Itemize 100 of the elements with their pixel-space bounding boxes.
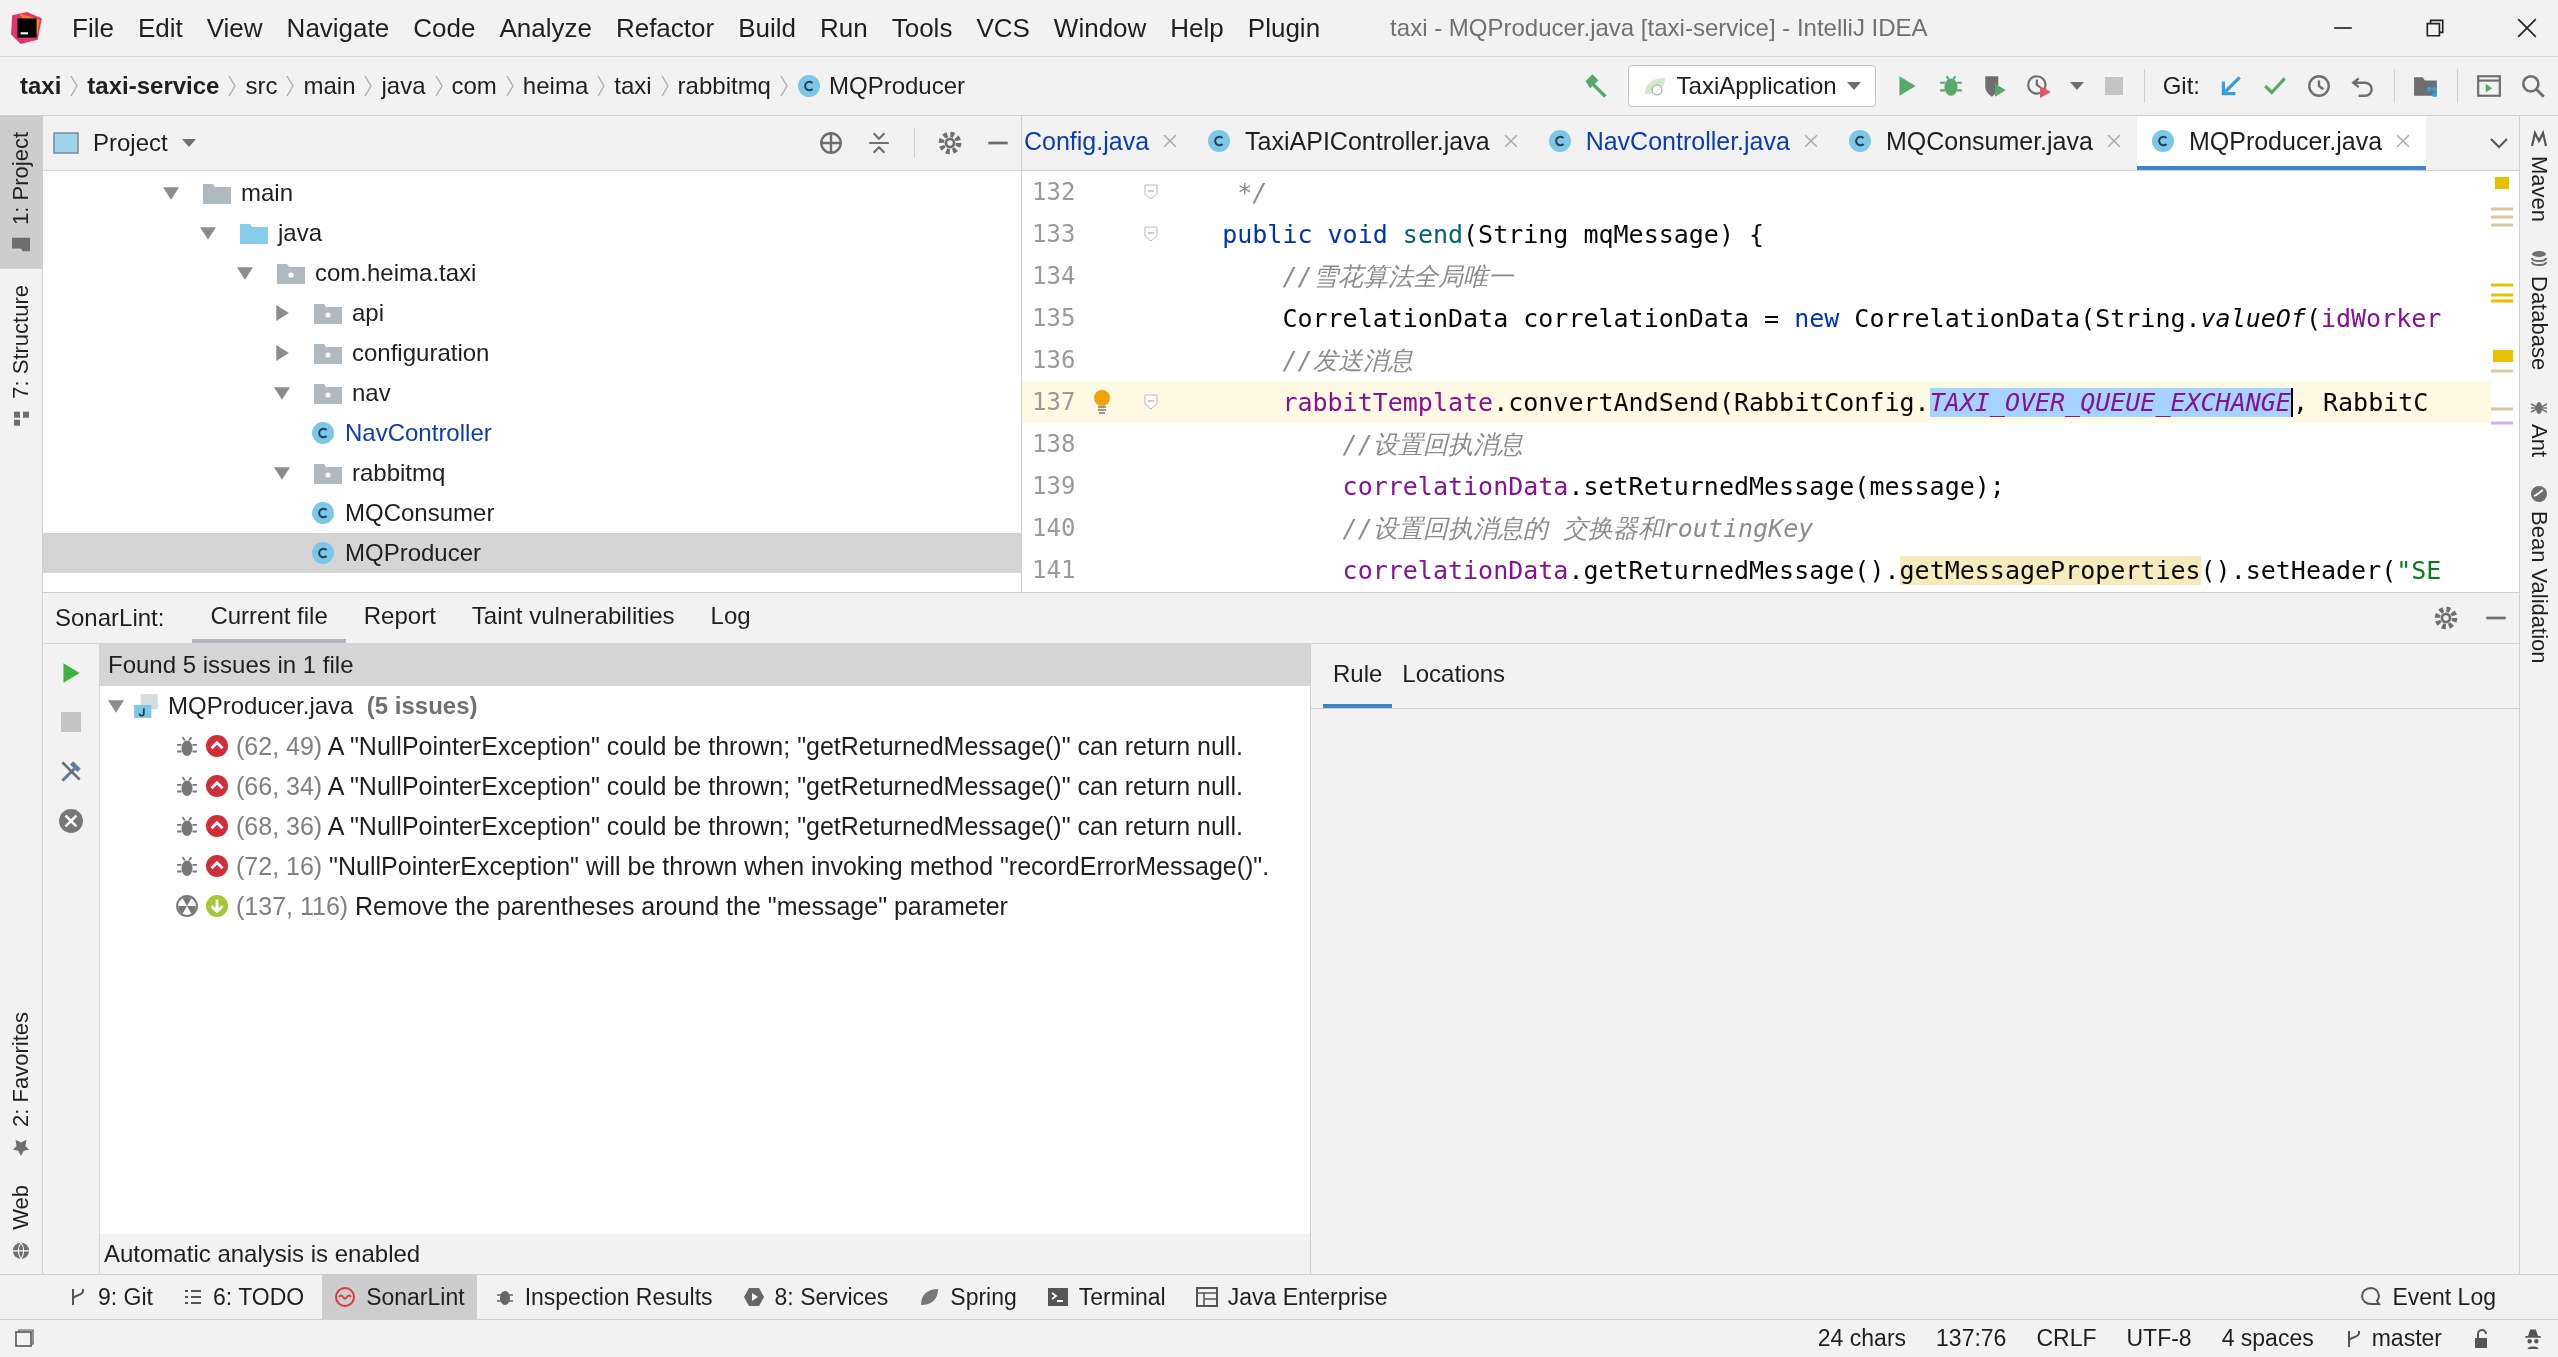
fold-marker-icon[interactable] (1144, 394, 1158, 410)
panel-tab[interactable]: Log (692, 593, 769, 643)
branch-widget[interactable]: master (2343, 1325, 2442, 1352)
editor-tab[interactable]: MQProducer.java (2136, 116, 2427, 170)
status-item[interactable]: 137:76 (1936, 1325, 2007, 1352)
close-icon[interactable] (2516, 17, 2538, 39)
project-view-dropdown[interactable]: Project (53, 129, 196, 157)
issue-item[interactable]: (62, 49) A "NullPointerException" could be thrown; "getReturnedMessage()" can return null. (100, 726, 1310, 766)
tool-window-tab[interactable]: 7: Structure (0, 268, 42, 443)
menu-item[interactable]: Tools (879, 12, 965, 44)
menu-item[interactable]: File (60, 12, 126, 44)
editor-tab[interactable]: Config.java (1022, 116, 1194, 170)
status-item[interactable]: 4 spaces (2221, 1325, 2314, 1352)
editor-tab[interactable]: NavController.java (1533, 116, 1834, 170)
fold-marker-icon[interactable] (1144, 184, 1158, 200)
tree-item[interactable]: configuration (43, 333, 1021, 373)
editor-tab[interactable]: MQConsumer.java (1833, 116, 2137, 170)
expanded-arrow-icon[interactable] (274, 385, 290, 401)
breadcrumb[interactable]: taxi (20, 72, 62, 100)
tree-item[interactable]: main (43, 173, 1021, 213)
tool-window-button[interactable]: Terminal (1034, 1275, 1178, 1319)
tree-item[interactable]: NavController (43, 413, 1021, 453)
tree-item[interactable]: nav (43, 373, 1021, 413)
issue-item[interactable]: (68, 36) A "NullPointerException" could be thrown; "getReturnedMessage()" can return null. (100, 806, 1310, 846)
profiler-icon[interactable] (2025, 73, 2052, 99)
tool-window-button[interactable]: 9: Git (56, 1275, 165, 1319)
tool-window-tab[interactable]: Ant (2520, 384, 2558, 472)
tool-window-button[interactable]: Spring (906, 1275, 1029, 1319)
breadcrumb[interactable]: src (245, 72, 278, 100)
panel-tab[interactable]: Taint vulnerabilities (453, 593, 693, 643)
tool-window-tab[interactable]: Database (2520, 236, 2558, 385)
tool-window-button[interactable]: Event Log (2348, 1275, 2508, 1319)
editor-tab[interactable]: TaxiAPIController.java (1193, 116, 1534, 170)
chevron-down-icon[interactable] (2489, 137, 2509, 149)
restore-icon[interactable] (2424, 17, 2446, 39)
breadcrumb[interactable]: rabbitmq (677, 72, 771, 100)
tree-item[interactable]: api (43, 293, 1021, 333)
tree-item[interactable]: MQConsumer (43, 493, 1021, 533)
expanded-arrow-icon[interactable] (237, 265, 253, 281)
expanded-arrow-icon[interactable] (200, 225, 216, 241)
breadcrumb[interactable]: taxi-service (87, 72, 220, 100)
locate-icon[interactable] (818, 130, 844, 156)
history-icon[interactable] (2306, 73, 2332, 99)
status-item[interactable]: 24 chars (1817, 1325, 1907, 1352)
tree-item[interactable]: java (43, 213, 1021, 253)
panel-tab[interactable]: Locations (1392, 644, 1516, 708)
issue-item[interactable]: (66, 34) A "NullPointerException" could be thrown; "getReturnedMessage()" can return null. (100, 766, 1310, 806)
collapsed-arrow-icon[interactable] (274, 345, 290, 361)
expanded-arrow-icon[interactable] (274, 465, 290, 481)
tool-window-button[interactable]: 8: Services (730, 1275, 901, 1319)
search-icon[interactable] (2520, 73, 2546, 99)
fold-marker-icon[interactable] (1144, 226, 1158, 242)
expanded-arrow-icon[interactable] (163, 185, 179, 201)
breadcrumb[interactable]: java (381, 72, 426, 100)
menu-item[interactable]: Run (808, 12, 880, 44)
panel-tab[interactable]: Report (345, 593, 454, 643)
panel-tab[interactable]: Rule (1323, 644, 1393, 708)
breadcrumb[interactable]: MQProducer (796, 72, 965, 100)
tool-window-button[interactable]: Inspection Results (482, 1275, 725, 1319)
tool-window-tab[interactable]: 2: Favorites (0, 998, 42, 1172)
issue-item[interactable]: (72, 16) "NullPointerException" will be thrown when invoking method "recordErrorMessage()". (100, 846, 1310, 886)
status-item[interactable]: CRLF (2036, 1325, 2097, 1352)
settings-icon[interactable] (2433, 605, 2459, 631)
menu-item[interactable]: Help (1158, 12, 1236, 44)
tree-item[interactable]: com.heima.taxi (43, 253, 1021, 293)
breadcrumb[interactable]: main (303, 72, 356, 100)
breadcrumb[interactable]: taxi (614, 72, 652, 100)
menu-item[interactable]: Analyze (487, 12, 604, 44)
tree-item[interactable]: MQProducer.java (5 issues) (100, 686, 1310, 726)
tree-item[interactable]: MQProducer (43, 533, 1021, 573)
run-anything-icon[interactable] (2476, 73, 2502, 99)
menu-item[interactable]: VCS (964, 12, 1042, 44)
debug-icon[interactable] (1937, 73, 1964, 99)
breadcrumb[interactable]: heima (522, 72, 589, 100)
tool-window-button[interactable]: Java Enterprise (1183, 1275, 1400, 1319)
status-item[interactable]: UTF-8 (2126, 1325, 2192, 1352)
tool-window-tab[interactable]: Bean Validation (2520, 471, 2558, 678)
tree-item[interactable]: rabbitmq (43, 453, 1021, 493)
collapsed-arrow-icon[interactable] (274, 305, 290, 321)
menu-item[interactable]: Edit (125, 12, 195, 44)
menu-item[interactable]: Code (401, 12, 488, 44)
panel-toggle-icon[interactable] (14, 1328, 34, 1349)
tool-window-button[interactable]: 6: TODO (170, 1275, 317, 1319)
menu-item[interactable]: Build (726, 12, 808, 44)
tool-window-tab[interactable]: Web (0, 1171, 42, 1274)
tool-window-button[interactable]: SonarLint (322, 1275, 477, 1319)
tool-window-tab[interactable]: Maven (2520, 116, 2558, 237)
breadcrumb[interactable]: com (451, 72, 497, 100)
collapse-all-icon[interactable] (866, 130, 892, 156)
menu-item[interactable]: Refactor (603, 12, 727, 44)
issue-item[interactable]: (137, 116) Remove the parentheses around the "message" parameter (100, 886, 1310, 926)
tool-window-tab[interactable]: 1: Project (0, 116, 42, 269)
lightbulb-icon[interactable] (1092, 389, 1112, 415)
menu-item[interactable]: View (194, 12, 275, 44)
inspector-icon[interactable] (2522, 1327, 2544, 1350)
menu-item[interactable]: Plugin (1235, 12, 1333, 44)
menu-item[interactable]: Window (1041, 12, 1159, 44)
menu-item[interactable]: Navigate (274, 12, 402, 44)
run-configuration-dropdown[interactable]: TaxiApplication (1627, 65, 1876, 107)
expanded-arrow-icon[interactable] (108, 698, 124, 714)
